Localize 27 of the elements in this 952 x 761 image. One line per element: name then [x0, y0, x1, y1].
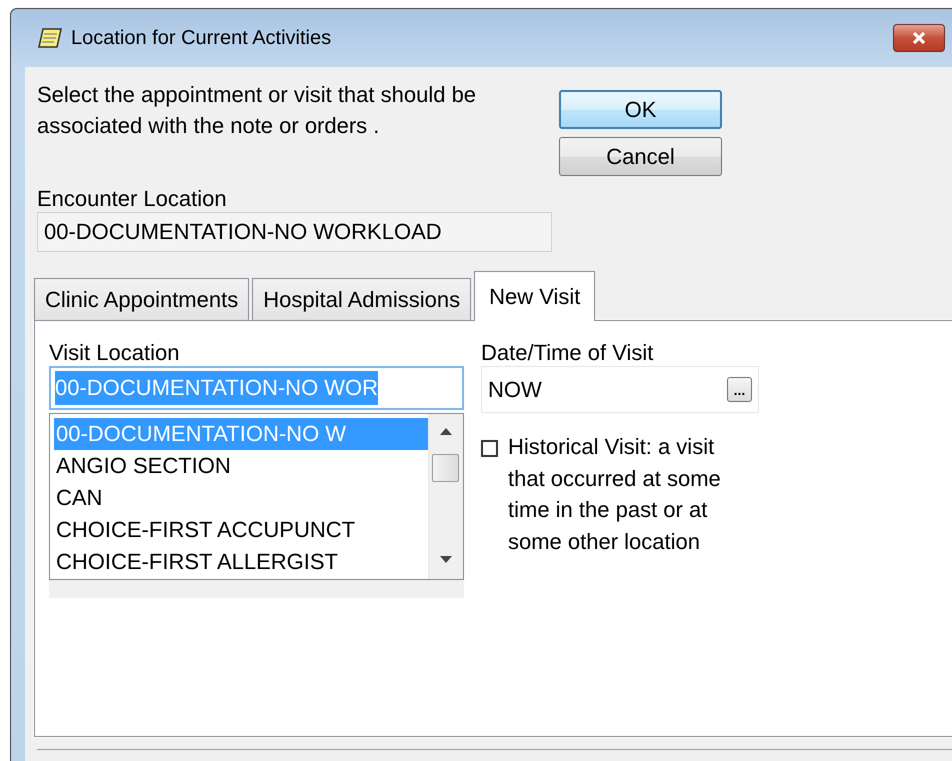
location-list[interactable]: 00-DOCUMENTATION-NO W ANGIO SECTION CAN CHOICE-FIRST ACCUPUNCT CHOICE-FIRST ALLERGIST — [49, 413, 464, 580]
scroll-down-icon — [440, 556, 452, 563]
close-icon — [911, 31, 927, 45]
notepad-icon — [37, 26, 63, 50]
scroll-up-icon — [440, 428, 452, 435]
instruction-text: Select the appointment or visit that should be associated with the note or orders . — [37, 81, 478, 140]
cancel-button[interactable]: Cancel — [559, 137, 722, 176]
window-title: Location for Current Activities — [71, 26, 332, 50]
historical-visit-checkbox[interactable] — [481, 440, 498, 457]
field-label: Visit Location — [49, 340, 180, 366]
field-label: Encounter Location — [37, 186, 227, 212]
list-item[interactable]: ANGIO SECTION — [54, 450, 428, 482]
date-time-field[interactable]: NOW ... — [481, 366, 759, 413]
checkbox-label: Historical Visit: a visit that occurred at some time in the past or at some other location — [508, 433, 722, 556]
date-time-value: NOW — [488, 376, 542, 402]
encounter-location-field[interactable]: 00-DOCUMENTATION-NO WORKLOAD — [37, 212, 552, 252]
browse-button[interactable]: ... — [727, 377, 752, 402]
field-label: Date/Time of Visit — [481, 340, 654, 366]
tab[interactable]: Clinic Appointments — [34, 278, 250, 320]
list-item[interactable]: CAN — [54, 482, 428, 514]
scroll-thumb[interactable] — [432, 454, 459, 482]
ok-button[interactable]: OK — [559, 90, 722, 129]
tab[interactable]: Hospital Admissions — [252, 278, 472, 320]
tab[interactable]: New Visit — [474, 271, 596, 321]
list-item[interactable]: CHOICE-FIRST ACCUPUNCT — [54, 514, 428, 546]
close-button[interactable] — [893, 24, 945, 52]
list-item[interactable]: CHOICE-FIRST ALLERGIST — [54, 546, 428, 578]
